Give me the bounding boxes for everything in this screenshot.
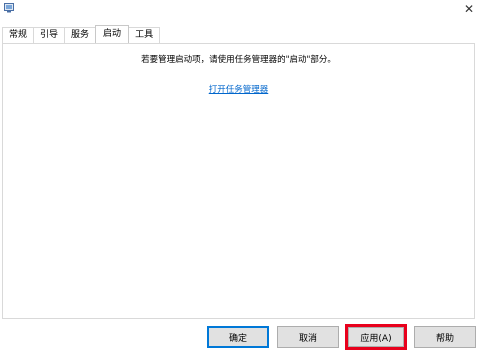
tab-startup[interactable]: 启动 <box>95 25 130 43</box>
tab-tools[interactable]: 工具 <box>128 27 161 43</box>
tab-general[interactable]: 常规 <box>2 27 35 43</box>
startup-info-message: 若要管理启动项，请使用任务管理器的"启动"部分。 <box>141 55 336 65</box>
app-icon <box>4 3 14 13</box>
open-task-manager-link[interactable]: 打开任务管理器 <box>3 83 474 95</box>
apply-button[interactable]: 应用(A) <box>348 327 404 347</box>
startup-tab-panel: 若要管理启动项，请使用任务管理器的"启动"部分。 打开任务管理器 <box>2 43 475 319</box>
help-button[interactable]: 帮助 <box>414 326 476 348</box>
cancel-button[interactable]: 取消 <box>277 326 339 348</box>
title-bar: ✕ <box>0 0 480 20</box>
tab-boot[interactable]: 引导 <box>33 27 66 43</box>
close-icon: ✕ <box>463 2 475 16</box>
system-configuration-window: ✕ 常规 引导 服务 启动 工具 若要管理启动项，请使用任务管理器的"启动"部分… <box>0 0 480 353</box>
ok-button[interactable]: 确定 <box>207 326 269 348</box>
tab-services[interactable]: 服务 <box>64 27 97 43</box>
tab-strip: 常规 引导 服务 启动 工具 <box>2 25 161 43</box>
close-button[interactable]: ✕ <box>462 2 476 16</box>
